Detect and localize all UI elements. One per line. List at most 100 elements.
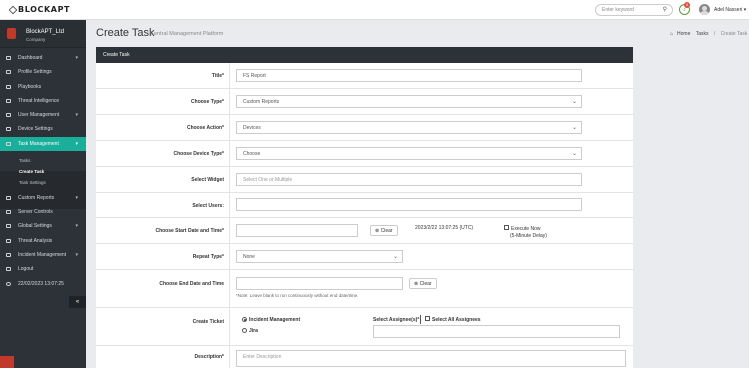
ticket-label: Create Ticket bbox=[192, 319, 224, 325]
description-label: Description* bbox=[194, 354, 224, 360]
clear-icon: ⊗ bbox=[414, 281, 419, 287]
title-input[interactable]: FS Report bbox=[236, 69, 582, 82]
user-menu[interactable]: Adel Nasseri ▾ bbox=[714, 7, 746, 13]
sidebar-item-label: Logout bbox=[18, 266, 34, 272]
sidebar-item-label: User Management bbox=[18, 112, 60, 118]
sidebar-item-user-management[interactable]: User Management ▾ bbox=[0, 108, 86, 122]
sidebar-item-profile-settings[interactable]: Profile Settings bbox=[0, 65, 86, 79]
sidebar-item-incident-management[interactable]: Incident Management ▾ bbox=[0, 248, 86, 262]
start-date-input[interactable] bbox=[236, 224, 358, 237]
clear-label: Clear bbox=[380, 228, 393, 234]
gear-icon bbox=[6, 224, 11, 228]
sidebar-item-server-controls[interactable]: Server Controls bbox=[0, 205, 86, 219]
sidebar: BlockAPT_Ltd Company Dashboard ▾ Profile … bbox=[0, 20, 86, 368]
sidebar-item-label: Playbooks bbox=[18, 84, 42, 90]
select-all-assignees-checkbox[interactable] bbox=[425, 316, 430, 321]
form-row-widget: Select Widget Select One or Multiple bbox=[96, 167, 633, 193]
start-date-display: 2023/2/22 13:07:25 (UTC) bbox=[415, 225, 474, 231]
type-label: Choose Type* bbox=[191, 99, 224, 105]
sidebar-item-device-settings[interactable]: Device Settings bbox=[0, 122, 86, 136]
sub-item-tasks[interactable]: Tasks bbox=[0, 155, 86, 166]
corner-logo bbox=[0, 356, 14, 368]
execute-now-note: (5-Minute Delay) bbox=[510, 233, 547, 239]
start-date-label: Choose Start Date and Time* bbox=[155, 228, 224, 234]
assignee-select[interactable] bbox=[373, 325, 620, 338]
sidebar-item-threat-analysis[interactable]: Threat Analysis bbox=[0, 234, 86, 248]
type-select[interactable]: Custom Reports ⌄ bbox=[236, 95, 582, 108]
form-row-title: Title* FS Report bbox=[96, 63, 633, 89]
sidebar-item-label: Custom Reports bbox=[18, 195, 55, 201]
sidebar-item-logout[interactable]: Logout bbox=[0, 262, 86, 276]
sidebar-item-label: Profile Settings bbox=[18, 69, 52, 75]
clear-start-button[interactable]: ⊗ Clear bbox=[370, 225, 398, 236]
form-row-users: Select Users: bbox=[96, 193, 633, 218]
logo-text: BLOCKAPT bbox=[18, 5, 71, 14]
chevron-down-icon: ▾ bbox=[75, 55, 78, 61]
end-date-label: Choose End Date and Time bbox=[159, 281, 224, 287]
analysis-icon bbox=[6, 239, 11, 243]
sidebar-item-label: Dashboard bbox=[18, 55, 43, 61]
sidebar-item-label: Device Settings bbox=[18, 126, 53, 132]
repeat-select[interactable]: None ⌄ bbox=[236, 250, 403, 263]
breadcrumb-home[interactable]: Home bbox=[677, 31, 690, 37]
device-type-select[interactable]: Choose ⌄ bbox=[236, 147, 582, 160]
chevron-down-icon: ⌄ bbox=[571, 99, 577, 105]
create-task-card: Create Task Title* FS Report Choose Type… bbox=[96, 47, 633, 368]
sidebar-item-label: Threat Analysis bbox=[18, 238, 53, 244]
assignee-separator bbox=[420, 315, 421, 324]
chevron-down-icon: ▾ bbox=[75, 195, 78, 201]
sidebar-clock: 22/02/2023 13:07:25 bbox=[0, 277, 86, 291]
assignee-label: Select Assignee(s)* bbox=[373, 317, 420, 323]
repeat-label: Repeat Type* bbox=[192, 254, 224, 260]
chevron-down-icon: ▾ bbox=[75, 112, 78, 118]
title-label: Title* bbox=[211, 73, 224, 79]
logout-icon bbox=[6, 267, 11, 271]
card-title: Create Task bbox=[96, 47, 633, 63]
sidebar-item-playbooks[interactable]: Playbooks bbox=[0, 80, 86, 94]
form-row-action: Choose Action* Devices ⌄ bbox=[96, 115, 633, 141]
blockapt-logo[interactable]: BLOCKAPT bbox=[8, 5, 71, 14]
sub-item-create-task[interactable]: Create Task bbox=[0, 166, 86, 177]
breadcrumb-current: Create Task bbox=[720, 31, 748, 37]
top-bar: BLOCKAPT Enter keyword ⚲ ♪ 0 Adel Nasser… bbox=[0, 0, 749, 20]
company-block[interactable]: BlockAPT_Ltd Company bbox=[0, 20, 86, 48]
sidebar-item-label: Server Controls bbox=[18, 209, 53, 215]
shield-icon bbox=[6, 99, 11, 103]
chevron-down-icon: ▾ bbox=[75, 252, 78, 258]
end-date-input[interactable] bbox=[236, 277, 403, 290]
clock-icon bbox=[6, 282, 11, 286]
search-icon[interactable]: ⚲ bbox=[663, 6, 667, 13]
users-select[interactable] bbox=[236, 198, 582, 211]
sidebar-item-dashboard[interactable]: Dashboard ▾ bbox=[0, 51, 86, 65]
sidebar-item-threat-intelligence[interactable]: Threat Intelligence bbox=[0, 94, 86, 108]
search-input[interactable]: Enter keyword ⚲ bbox=[595, 4, 673, 16]
ticket-incident-label: Incident Management bbox=[249, 317, 301, 323]
execute-now-checkbox[interactable] bbox=[504, 225, 509, 230]
search-placeholder: Enter keyword bbox=[602, 7, 634, 13]
widget-multiselect[interactable]: Select One or Multiple bbox=[236, 173, 582, 186]
sidebar-item-label: Threat Intelligence bbox=[18, 98, 60, 104]
breadcrumb-tasks[interactable]: Tasks bbox=[696, 31, 709, 37]
report-icon bbox=[6, 196, 11, 200]
type-value: Custom Reports bbox=[243, 99, 280, 105]
monitor-icon bbox=[6, 56, 11, 60]
sidebar-item-global-settings[interactable]: Global Settings ▾ bbox=[0, 219, 86, 233]
chevron-down-icon: ▾ bbox=[75, 223, 78, 229]
ticket-incident-radio[interactable] bbox=[242, 317, 247, 322]
description-textarea[interactable]: Enter Description bbox=[236, 350, 626, 367]
ticket-jira-radio[interactable] bbox=[242, 328, 247, 333]
form-row-ticket: Create Ticket Incident Management Jira S… bbox=[96, 308, 633, 346]
server-icon bbox=[6, 210, 11, 214]
form-row-type: Choose Type* Custom Reports ⌄ bbox=[96, 89, 633, 115]
book-icon bbox=[6, 85, 11, 89]
user-avatar[interactable] bbox=[699, 4, 710, 15]
action-label: Choose Action* bbox=[186, 125, 224, 131]
sub-item-task-settings[interactable]: Task Settings bbox=[0, 177, 86, 188]
action-select[interactable]: Devices ⌄ bbox=[236, 121, 582, 134]
clear-end-button[interactable]: ⊗ Clear bbox=[409, 278, 437, 289]
users-icon bbox=[6, 113, 11, 117]
sidebar-item-custom-reports[interactable]: Custom Reports ▾ bbox=[0, 191, 86, 205]
user-name: Adel Nasseri bbox=[714, 7, 743, 13]
collapse-sidebar-button[interactable]: « bbox=[69, 296, 86, 308]
sidebar-item-task-management[interactable]: Task Management ▾ bbox=[0, 137, 86, 151]
